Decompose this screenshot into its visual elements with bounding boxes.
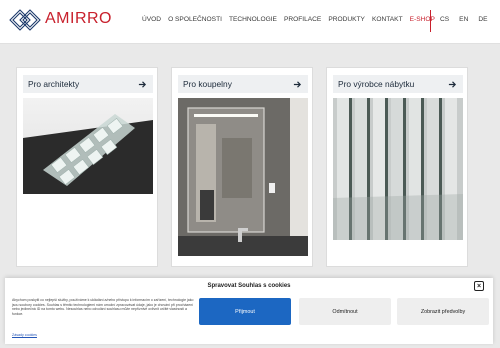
card-title: Pro koupelny	[183, 79, 232, 89]
glass-tiles-photo	[23, 98, 153, 194]
language-switcher: CS EN DE	[440, 16, 498, 23]
nav-item-technologie[interactable]: TECHNOLOGIE	[229, 16, 277, 23]
site-header: AMIRRO ÚVOD O SPOLEČNOSTI TECHNOLOGIE PR…	[0, 0, 500, 44]
glass-panels-photo	[333, 98, 463, 240]
card-link-vyrobce-nabytku[interactable]: Pro výrobce nábytku	[333, 75, 463, 93]
cookie-title: Spravovat Souhlas s cookies	[207, 283, 291, 289]
cookie-consent-banner: Spravovat Souhlas s cookies × Abychom po…	[5, 278, 493, 344]
nav-item-profilace[interactable]: PROFILACE	[284, 16, 321, 23]
arrow-right-icon	[293, 80, 302, 88]
lang-cs[interactable]: CS	[440, 16, 449, 23]
card-vyrobce-nabytku: Pro výrobce nábytku	[326, 67, 468, 267]
deny-button[interactable]: Odmítnout	[299, 298, 391, 325]
card-title: Pro výrobce nábytku	[338, 79, 415, 89]
cookie-description: Abychom poskytli co nejlepší služby, pou…	[12, 298, 194, 316]
arrow-right-icon	[448, 80, 457, 88]
nav-item-produkty[interactable]: PRODUKTY	[328, 16, 365, 23]
card-architekty: Pro architekty	[16, 67, 158, 267]
accept-button[interactable]: Přijmout	[199, 298, 291, 325]
card-link-koupelny[interactable]: Pro koupelny	[178, 75, 308, 93]
preferences-button[interactable]: Zobrazit předvolby	[397, 298, 489, 325]
diamond-logo-icon[interactable]	[8, 8, 42, 32]
card-title: Pro architekty	[28, 79, 80, 89]
card-koupelny: Pro koupelny	[171, 67, 313, 267]
brand-name[interactable]: AMIRRO	[45, 10, 112, 28]
lang-en[interactable]: EN	[459, 16, 468, 23]
lang-de[interactable]: DE	[478, 16, 487, 23]
nav-divider	[430, 10, 431, 32]
close-icon[interactable]: ×	[474, 281, 484, 291]
card-link-architekty[interactable]: Pro architekty	[23, 75, 153, 93]
arrow-right-icon	[138, 80, 147, 88]
bathroom-mirror-photo	[178, 98, 308, 256]
cookie-policy-link[interactable]: Zásady cookies	[12, 333, 37, 337]
nav-item-uvod[interactable]: ÚVOD	[142, 16, 161, 23]
nav-item-e-shop[interactable]: E-SHOP	[410, 16, 435, 23]
main-nav: ÚVOD O SPOLEČNOSTI TECHNOLOGIE PROFILACE…	[142, 16, 442, 23]
nav-item-o-spolecnosti[interactable]: O SPOLEČNOSTI	[168, 16, 222, 23]
nav-item-kontakt[interactable]: KONTAKT	[372, 16, 403, 23]
